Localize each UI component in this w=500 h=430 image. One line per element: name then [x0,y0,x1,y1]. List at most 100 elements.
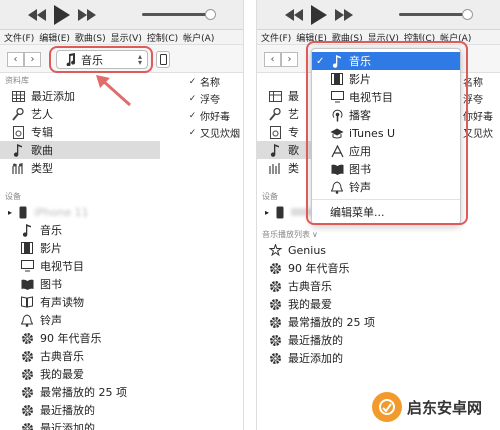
sidebar-item-label: 歌 [288,144,299,157]
gear-icon [268,333,282,347]
sidebar-item-label: 艺人 [31,108,53,121]
table-row[interactable]: 浮夸 [463,90,500,107]
playlists-section-label[interactable]: 音乐播放列表 ∨ [257,227,417,241]
song-title: 又见炊烟 [200,129,240,140]
genius-icon [268,243,282,257]
sidebar-item-device[interactable]: 有声读物 [0,293,160,311]
nav-buttons: ‹ › [264,52,298,67]
sidebar-item-songs[interactable]: 歌曲 [0,141,160,159]
menu-view[interactable]: 显示(V) [111,31,142,44]
device-name: iPhone 11 [34,205,89,219]
watermark: 启东安卓网 [372,392,482,422]
devices-section-label: 设备 [5,191,21,201]
sidebar-item-playlist[interactable]: 90 年代音乐 [257,259,417,277]
nav-buttons: ‹ › [7,52,41,67]
sidebar-item-device[interactable]: 影片 [0,239,160,257]
sidebar-item-device[interactable]: 电视节目 [0,257,160,275]
device-row[interactable]: ▸ iPhone 11 [0,203,160,221]
song-list-header[interactable]: ✓ 名称 [188,73,243,90]
sidebar-item-playlist[interactable]: 最常播放的 25 项 [257,313,417,331]
highlight-box-dropdown [306,41,468,225]
item-label: 影片 [40,242,62,255]
phone-icon [16,205,30,219]
device-items-list: 音乐影片电视节目 图书 有声读物 铃声 90 年代音乐古典音乐 我的最爱 最常播放的 25 … [0,221,160,430]
forward-button[interactable]: › [281,52,298,67]
sidebar-item-device[interactable]: 最近播放的 [0,401,160,419]
phone-icon [273,205,287,219]
gear-icon [20,349,34,363]
menu-account[interactable]: 帐户(A) [183,31,214,44]
bell-icon [20,313,34,327]
item-label: 90 年代音乐 [40,332,102,345]
back-button[interactable]: ‹ [7,52,24,67]
table-row[interactable]: ✓ 浮夸 [188,90,243,107]
menu-file[interactable]: 文件(F) [4,31,34,44]
menu-song[interactable]: 歌曲(S) [75,31,106,44]
sidebar: 资料库 最近添加 艺人 专辑 歌曲 类型 设备 ▸ iPhone 11 音乐影片… [0,73,160,430]
transport-controls [28,5,96,25]
volume-knob[interactable] [205,9,216,20]
volume-knob[interactable] [462,9,473,20]
sidebar-item-albums[interactable]: 专辑 [0,123,160,141]
menu-file[interactable]: 文件(F) [261,31,291,44]
sidebar-item-device[interactable]: 铃声 [0,311,160,329]
volume-slider[interactable] [142,9,216,20]
checkbox[interactable]: ✓ [188,128,197,138]
item-label: 音乐 [40,224,62,237]
rewind-icon[interactable] [285,9,303,21]
item-label: 最近播放的 [288,334,343,347]
item-label: 最近播放的 [40,404,95,417]
sidebar-item-genres[interactable]: 类型 [0,159,160,177]
menu-controls[interactable]: 控制(C) [147,31,178,44]
item-label: 古典音乐 [288,280,332,293]
rewind-icon[interactable] [28,9,46,21]
play-icon[interactable] [54,5,70,25]
song-title: 你好毒 [200,112,230,123]
checkbox[interactable]: ✓ [188,111,197,121]
disclosure-triangle-icon[interactable]: ▸ [265,208,269,217]
volume-slider[interactable] [399,9,473,20]
table-row[interactable]: ✓ 你好毒 [188,107,243,124]
checkbox[interactable]: ✓ [188,94,197,104]
itunes-window-left: 文件(F) 编辑(E) 歌曲(S) 显示(V) 控制(C) 帐户(A) ‹ › … [0,0,244,430]
menu-bar: 文件(F) 编辑(E) 歌曲(S) 显示(V) 控制(C) 帐户(A) [0,30,243,45]
sidebar-item-playlist[interactable]: 最近添加的 [257,349,417,367]
table-row[interactable]: 你好毒 [463,107,500,124]
sidebar-item-label: 专辑 [31,126,53,139]
sidebar-item-device[interactable]: 图书 [0,275,160,293]
film-icon [20,241,34,255]
sidebar-item-device[interactable]: 最常播放的 25 项 [0,383,160,401]
sidebar-item-playlist[interactable]: 我的最爱 [257,295,417,313]
table-row[interactable]: 又见炊 [463,124,500,141]
forward-button[interactable]: › [24,52,41,67]
song-list-header[interactable]: 名称 [463,73,500,90]
fast-forward-icon[interactable] [78,9,96,21]
sidebar-item-device[interactable]: 音乐 [0,221,160,239]
grid-icon [268,89,282,103]
book-icon [20,277,34,291]
artist-icon [268,107,282,121]
menu-edit[interactable]: 编辑(E) [39,31,70,44]
table-row[interactable]: ✓ 又见炊烟 [188,124,243,141]
back-button[interactable]: ‹ [264,52,281,67]
music-note-icon [20,223,34,237]
fast-forward-icon[interactable] [335,9,353,21]
sidebar-item-playlist[interactable]: Genius [257,241,417,259]
audiobook-icon [20,295,34,309]
play-icon[interactable] [311,5,327,25]
checkbox-header[interactable]: ✓ [188,77,197,87]
library-section-label: 资料库 [5,75,29,85]
device-button[interactable] [156,51,170,68]
disclosure-triangle-icon[interactable]: ▸ [8,208,12,217]
sidebar-item-recently-added[interactable]: 最近添加 [0,87,160,105]
sidebar-item-device[interactable]: 最近添加的 [0,419,160,430]
sidebar-item-device[interactable]: 我的最爱 [0,365,160,383]
sidebar-item-playlist[interactable]: 最近播放的 [257,331,417,349]
sidebar-item-device[interactable]: 古典音乐 [0,347,160,365]
sidebar-item-label: 类 [288,162,299,175]
song-title: 浮夸 [200,95,220,106]
gear-icon [268,351,282,365]
sidebar-item-artists[interactable]: 艺人 [0,105,160,123]
sidebar-item-device[interactable]: 90 年代音乐 [0,329,160,347]
sidebar-item-playlist[interactable]: 古典音乐 [257,277,417,295]
